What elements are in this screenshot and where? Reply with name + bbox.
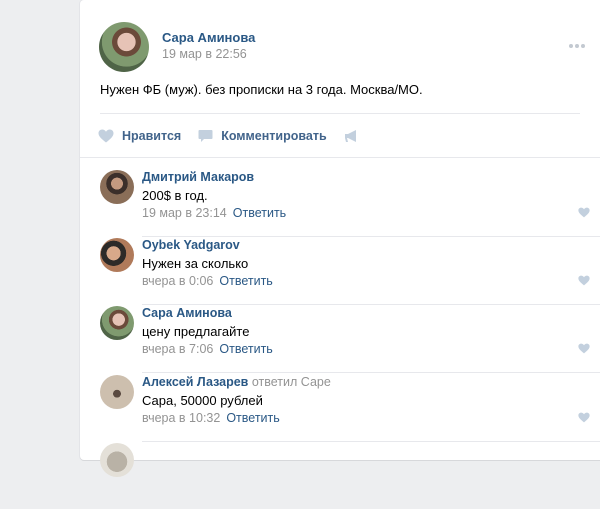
comment-label: Комментировать: [221, 129, 327, 143]
comment-icon: [198, 130, 213, 142]
comment-time[interactable]: вчера в 10:32: [142, 411, 220, 425]
post-author-name[interactable]: Сара Аминова: [162, 30, 255, 45]
post-text: Нужен ФБ (муж). без прописки на 3 года. …: [100, 82, 423, 97]
comment-meta: 19 мар в 23:14 Ответить: [142, 206, 286, 220]
post-author-avatar[interactable]: [99, 22, 149, 72]
like-button[interactable]: Нравится: [98, 129, 181, 143]
divider: [100, 113, 580, 114]
comment-author[interactable]: Сара Аминова: [142, 306, 232, 320]
post-actions: Нравится Комментировать: [98, 127, 385, 145]
avatar[interactable]: [100, 170, 134, 204]
comment-time[interactable]: 19 мар в 23:14: [142, 206, 227, 220]
avatar[interactable]: [100, 375, 134, 409]
comment-text: 200$ в год.: [142, 188, 208, 203]
more-options-icon[interactable]: [569, 36, 589, 48]
comment-author[interactable]: Oybek Yadgarov: [142, 238, 240, 252]
post-date[interactable]: 19 мар в 22:56: [162, 47, 247, 61]
like-label: Нравится: [122, 129, 182, 143]
reply-button[interactable]: Ответить: [233, 206, 286, 220]
comment-time[interactable]: вчера в 7:06: [142, 342, 213, 356]
divider: [142, 372, 600, 373]
comment-meta: вчера в 0:06 Ответить: [142, 274, 273, 288]
heart-icon[interactable]: [578, 207, 590, 218]
reply-button[interactable]: Ответить: [226, 411, 279, 425]
comment-button[interactable]: Комментировать: [198, 129, 327, 143]
comment-item: Сара Аминова цену предлагайте вчера в 7:…: [100, 306, 600, 373]
heart-icon[interactable]: [578, 275, 590, 286]
avatar[interactable]: [100, 443, 134, 477]
comment-text: Нужен за сколько: [142, 256, 249, 271]
avatar[interactable]: [100, 238, 134, 272]
reply-button[interactable]: Ответить: [219, 274, 272, 288]
comment-meta: вчера в 10:32 Ответить: [142, 411, 280, 425]
comment-item: Oybek Yadgarov Нужен за сколько вчера в …: [100, 238, 600, 305]
comment-author[interactable]: Алексей Лазарев ответил Саре: [142, 375, 331, 389]
heart-icon[interactable]: [578, 343, 590, 354]
megaphone-icon: [344, 130, 356, 142]
reply-button[interactable]: Ответить: [219, 342, 272, 356]
divider: [142, 236, 600, 237]
comment-item: Дмитрий Макаров 200$ в год. 19 мар в 23:…: [100, 170, 600, 237]
reply-to-label[interactable]: ответил Саре: [252, 375, 331, 389]
share-button[interactable]: [344, 129, 368, 143]
comment-item: Алексей Лазарев ответил Саре Сара, 50000…: [100, 375, 600, 442]
comment-text: цену предлагайте: [142, 324, 250, 339]
comment-time[interactable]: вчера в 0:06: [142, 274, 213, 288]
divider: [80, 157, 600, 158]
post-card: Сара Аминова 19 мар в 22:56 Нужен ФБ (му…: [80, 0, 600, 477]
heart-icon[interactable]: [578, 412, 590, 423]
divider: [142, 441, 600, 442]
comment-author[interactable]: Дмитрий Макаров: [142, 170, 254, 184]
avatar[interactable]: [100, 306, 134, 340]
comment-item: [100, 443, 590, 509]
comment-text: Сара, 50000 рублей: [142, 393, 263, 408]
comment-meta: вчера в 7:06 Ответить: [142, 342, 273, 356]
divider: [142, 304, 600, 305]
heart-icon: [98, 129, 114, 143]
